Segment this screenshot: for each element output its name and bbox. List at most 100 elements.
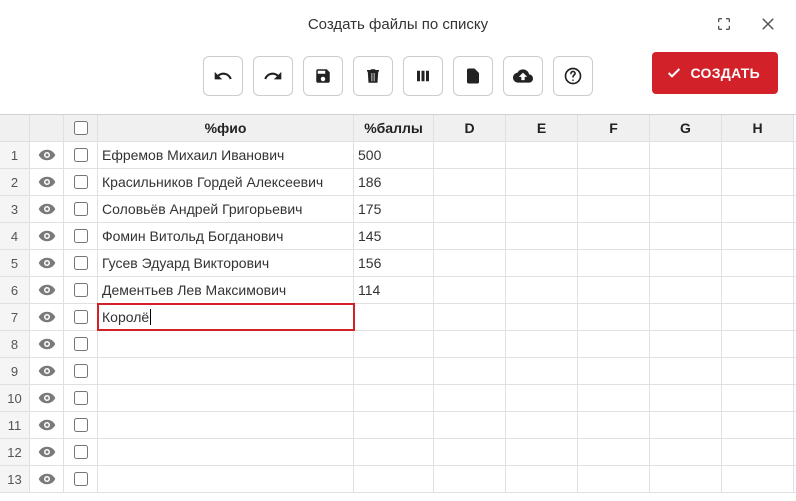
- row-select[interactable]: [64, 331, 98, 357]
- visibility-toggle[interactable]: [30, 466, 64, 492]
- help-button[interactable]: [553, 56, 593, 96]
- cell-empty[interactable]: [506, 358, 578, 384]
- cell-score[interactable]: [354, 439, 434, 465]
- cell-empty[interactable]: [434, 223, 506, 249]
- visibility-toggle[interactable]: [30, 385, 64, 411]
- row-select[interactable]: [64, 250, 98, 276]
- col-header-D[interactable]: D: [434, 115, 506, 141]
- cell-name[interactable]: [98, 412, 354, 438]
- cell-name[interactable]: [98, 331, 354, 357]
- cell-score[interactable]: 175: [354, 196, 434, 222]
- cell-empty[interactable]: [578, 466, 650, 492]
- cell-empty[interactable]: [650, 223, 722, 249]
- cell-name[interactable]: Гусев Эдуард Викторович: [98, 250, 354, 276]
- row-checkbox[interactable]: [74, 337, 88, 351]
- visibility-toggle[interactable]: [30, 250, 64, 276]
- cell-empty[interactable]: [578, 250, 650, 276]
- cell-empty[interactable]: [578, 358, 650, 384]
- cell-empty[interactable]: [722, 223, 794, 249]
- row-number[interactable]: 13: [0, 466, 30, 492]
- visibility-toggle[interactable]: [30, 439, 64, 465]
- cell-name[interactable]: [98, 439, 354, 465]
- cell-empty[interactable]: [506, 439, 578, 465]
- row-number[interactable]: 8: [0, 331, 30, 357]
- row-select[interactable]: [64, 196, 98, 222]
- cell-name[interactable]: Фомин Витольд Богданович: [98, 223, 354, 249]
- row-select[interactable]: [64, 169, 98, 195]
- cell-empty[interactable]: [722, 358, 794, 384]
- row-number[interactable]: 7: [0, 304, 30, 330]
- cell-empty[interactable]: [506, 277, 578, 303]
- data-grid[interactable]: %фио%баллыDEFGH1Ефремов Михаил Иванович5…: [0, 114, 796, 493]
- cell-empty[interactable]: [506, 304, 578, 330]
- col-header-F[interactable]: F: [578, 115, 650, 141]
- row-number[interactable]: 2: [0, 169, 30, 195]
- cell-empty[interactable]: [434, 412, 506, 438]
- select-all-checkbox[interactable]: [74, 121, 88, 135]
- cell-empty[interactable]: [722, 142, 794, 168]
- cell-empty[interactable]: [434, 385, 506, 411]
- cell-empty[interactable]: [650, 331, 722, 357]
- row-select[interactable]: [64, 412, 98, 438]
- cell-empty[interactable]: [722, 466, 794, 492]
- cell-empty[interactable]: [506, 169, 578, 195]
- row-checkbox[interactable]: [74, 175, 88, 189]
- cell-empty[interactable]: [578, 331, 650, 357]
- file-button[interactable]: [453, 56, 493, 96]
- cell-empty[interactable]: [722, 250, 794, 276]
- visibility-toggle[interactable]: [30, 277, 64, 303]
- cell-empty[interactable]: [434, 331, 506, 357]
- row-checkbox[interactable]: [74, 418, 88, 432]
- save-button[interactable]: [303, 56, 343, 96]
- cell-empty[interactable]: [650, 142, 722, 168]
- row-checkbox[interactable]: [74, 472, 88, 486]
- row-number[interactable]: 9: [0, 358, 30, 384]
- fullscreen-icon[interactable]: [706, 6, 742, 42]
- cell-empty[interactable]: [722, 277, 794, 303]
- col-header-G[interactable]: G: [650, 115, 722, 141]
- cell-empty[interactable]: [434, 304, 506, 330]
- cell-empty[interactable]: [650, 250, 722, 276]
- cell-empty[interactable]: [650, 304, 722, 330]
- cell-name[interactable]: Дементьев Лев Максимович: [98, 277, 354, 303]
- cell-empty[interactable]: [434, 142, 506, 168]
- col-header-score[interactable]: %баллы: [354, 115, 434, 141]
- cell-empty[interactable]: [650, 358, 722, 384]
- cell-empty[interactable]: [650, 385, 722, 411]
- create-button[interactable]: СОЗДАТЬ: [652, 52, 778, 94]
- row-checkbox[interactable]: [74, 256, 88, 270]
- row-checkbox[interactable]: [74, 229, 88, 243]
- cell-name[interactable]: Красильников Гордей Алексеевич: [98, 169, 354, 195]
- cell-empty[interactable]: [578, 304, 650, 330]
- columns-button[interactable]: [403, 56, 443, 96]
- row-select[interactable]: [64, 142, 98, 168]
- row-checkbox[interactable]: [74, 364, 88, 378]
- cell-empty[interactable]: [578, 439, 650, 465]
- cell-empty[interactable]: [650, 196, 722, 222]
- cell-empty[interactable]: [578, 223, 650, 249]
- visibility-toggle[interactable]: [30, 142, 64, 168]
- cell-name[interactable]: Ефремов Михаил Иванович: [98, 142, 354, 168]
- row-number[interactable]: 5: [0, 250, 30, 276]
- cell-empty[interactable]: [722, 304, 794, 330]
- cell-empty[interactable]: [506, 466, 578, 492]
- cell-empty[interactable]: [650, 466, 722, 492]
- cell-empty[interactable]: [722, 196, 794, 222]
- row-number[interactable]: 11: [0, 412, 30, 438]
- row-number[interactable]: 12: [0, 439, 30, 465]
- cell-empty[interactable]: [506, 196, 578, 222]
- cell-empty[interactable]: [722, 385, 794, 411]
- row-number[interactable]: 3: [0, 196, 30, 222]
- cell-empty[interactable]: [434, 466, 506, 492]
- row-checkbox[interactable]: [74, 445, 88, 459]
- cell-empty[interactable]: [722, 412, 794, 438]
- cell-empty[interactable]: [434, 358, 506, 384]
- row-checkbox[interactable]: [74, 148, 88, 162]
- visibility-toggle[interactable]: [30, 223, 64, 249]
- row-select[interactable]: [64, 385, 98, 411]
- cell-name-editing[interactable]: Королё: [98, 304, 354, 330]
- visibility-toggle[interactable]: [30, 169, 64, 195]
- cell-empty[interactable]: [650, 412, 722, 438]
- cell-empty[interactable]: [578, 169, 650, 195]
- visibility-toggle[interactable]: [30, 331, 64, 357]
